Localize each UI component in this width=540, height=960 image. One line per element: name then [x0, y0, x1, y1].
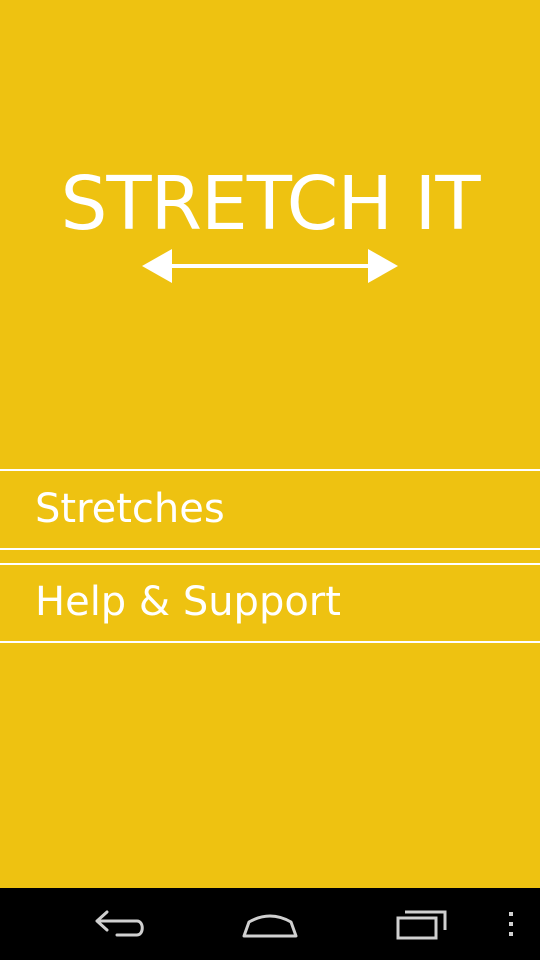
main-content: STRETCH IT Stretches Help & Support: [0, 0, 540, 888]
menu-item-label: Help & Support: [35, 579, 341, 625]
home-button[interactable]: [230, 888, 310, 960]
recent-apps-icon: [396, 910, 447, 940]
system-navigation-bar: [0, 888, 540, 960]
menu-item-stretches[interactable]: Stretches: [0, 469, 540, 550]
app-title: STRETCH IT: [60, 161, 480, 247]
overflow-menu-button[interactable]: [496, 888, 526, 960]
recent-apps-button[interactable]: [382, 888, 462, 960]
app-logo: STRETCH IT: [0, 162, 540, 286]
menu-item-label: Stretches: [35, 486, 225, 532]
back-button[interactable]: [80, 888, 160, 960]
double-headed-arrow-icon: [142, 249, 398, 283]
app-screen: STRETCH IT Stretches Help & Support: [0, 0, 540, 960]
back-icon: [95, 910, 144, 937]
overflow-menu-icon: [509, 912, 513, 936]
home-icon: [242, 914, 298, 938]
menu-item-help-support[interactable]: Help & Support: [0, 563, 540, 643]
